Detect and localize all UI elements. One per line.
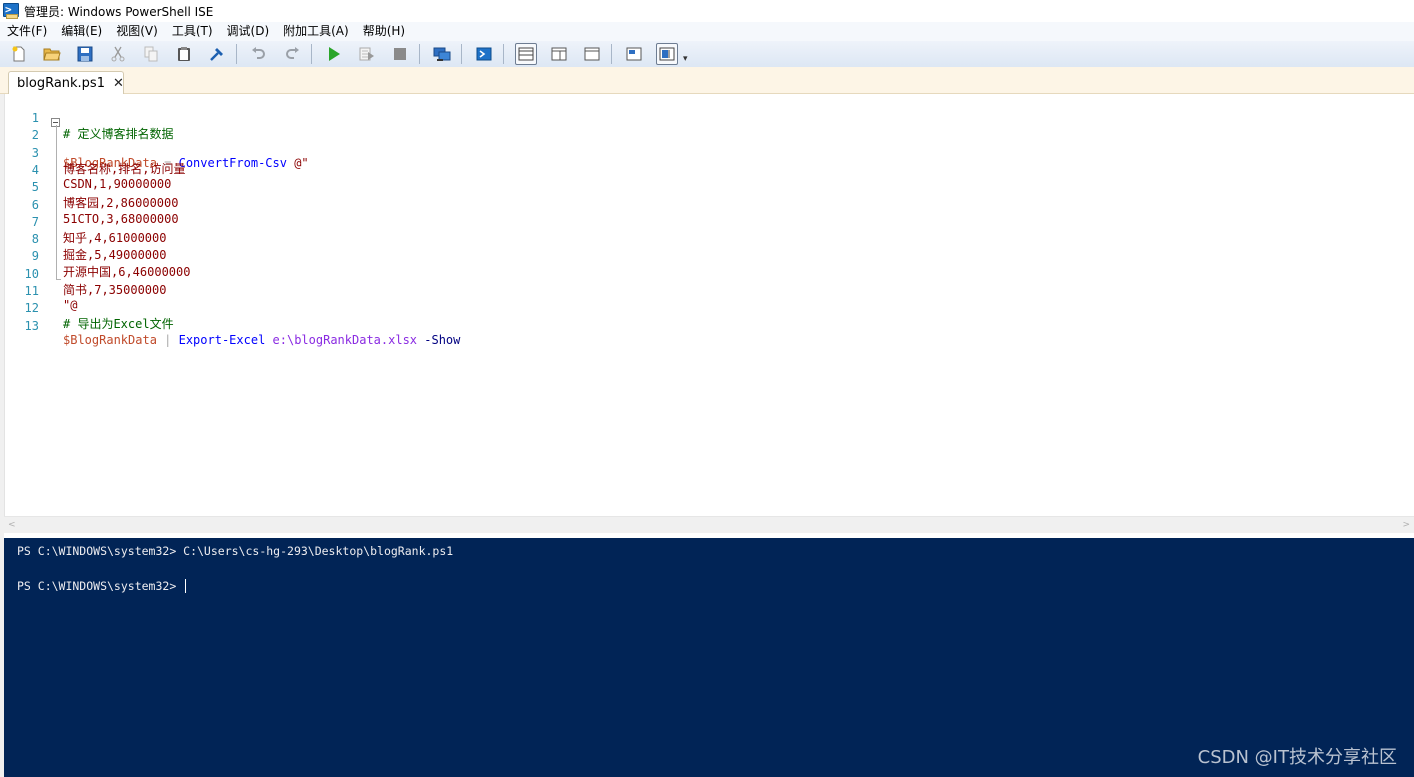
paste-icon <box>178 47 190 61</box>
code-path: e:\blogRankData.xlsx <box>265 332 418 347</box>
clear-console-button[interactable] <box>206 43 228 65</box>
code-line: 11 "@ <box>5 270 1405 312</box>
copy-button[interactable] <box>140 43 162 65</box>
script-pane-top-button[interactable] <box>515 43 537 65</box>
show-script-pane-icon <box>626 47 642 61</box>
stop-button[interactable] <box>389 43 411 65</box>
show-script-pane-button[interactable] <box>623 43 645 65</box>
redo-icon <box>286 47 299 59</box>
toolbar-separator <box>419 44 420 64</box>
menu-file[interactable]: 文件(F) <box>0 22 54 41</box>
code-command: Export-Excel <box>178 332 266 347</box>
new-file-button[interactable] <box>8 43 30 65</box>
new-file-icon <box>12 46 25 62</box>
tab-blogrank[interactable]: blogRank.ps1 ✕ <box>8 71 124 94</box>
run-script-icon <box>329 47 340 61</box>
save-icon <box>77 46 93 62</box>
toolbar-separator <box>503 44 504 64</box>
toolbar: ▾ <box>0 41 1414 67</box>
copy-icon <box>144 46 158 62</box>
new-remote-powershell-tab-button[interactable] <box>431 43 453 65</box>
menu-tools[interactable]: 工具(T) <box>165 22 220 41</box>
code-line: 4 CSDN,1,90000000 <box>5 149 1405 191</box>
code-line: 8 掘金,5,49000000 <box>5 218 1405 262</box>
code-line: 12 # 导出为Excel文件 <box>5 287 1405 331</box>
menu-bar: 文件(F) 编辑(E) 视图(V) 工具(T) 调试(D) 附加工具(A) 帮助… <box>0 22 1414 41</box>
menu-help[interactable]: 帮助(H) <box>356 22 412 41</box>
script-pane-maximized-icon <box>584 47 600 61</box>
open-folder-icon <box>43 48 61 61</box>
text-cursor <box>185 579 187 593</box>
console-output-line: PS C:\WINDOWS\system32> C:\Users\cs-hg-2… <box>17 544 454 558</box>
toolbar-separator <box>611 44 612 64</box>
stop-icon <box>394 48 406 60</box>
script-editor[interactable]: 1 # 定义博客排名数据 2 $BlogRankData = ConvertFr… <box>4 94 1414 516</box>
run-script-button[interactable] <box>323 43 345 65</box>
start-powershell-icon <box>476 47 492 61</box>
code-line: 10 简书,7,35000000 <box>5 253 1405 297</box>
console-prompt-line[interactable]: PS C:\WINDOWS\system32> <box>17 579 187 593</box>
cut-icon <box>111 46 125 62</box>
remote-powershell-icon <box>433 47 451 61</box>
code-variable: $BlogRankData <box>63 332 157 347</box>
run-selection-button[interactable] <box>356 43 378 65</box>
menu-addons[interactable]: 附加工具(A) <box>276 22 356 41</box>
undo-button[interactable] <box>248 43 270 65</box>
script-pane-right-icon <box>551 47 567 61</box>
close-tab-icon[interactable]: ✕ <box>113 77 124 90</box>
cut-button[interactable] <box>107 43 129 65</box>
window-title: 管理员: Windows PowerShell ISE <box>24 4 214 19</box>
script-pane-right-button[interactable] <box>548 43 570 65</box>
editor-horizontal-scrollbar[interactable]: < > <box>4 516 1414 533</box>
script-pane-top-icon <box>518 47 534 61</box>
watermark: CSDN @IT技术分享社区 <box>1197 747 1397 768</box>
powershell-ise-icon: >_ <box>3 3 19 19</box>
show-command-addon-icon <box>659 47 675 61</box>
code-line: 7 知乎,4,61000000 <box>5 201 1405 245</box>
start-powershell-button[interactable] <box>473 43 495 65</box>
menu-edit[interactable]: 编辑(E) <box>54 22 109 41</box>
redo-button[interactable] <box>281 43 303 65</box>
script-pane-maximized-button[interactable] <box>581 43 603 65</box>
undo-icon <box>252 47 265 59</box>
console-prompt: PS C:\WINDOWS\system32> <box>17 579 184 593</box>
run-selection-icon <box>359 47 374 61</box>
scroll-left-icon[interactable]: < <box>8 520 16 530</box>
tab-label: blogRank.ps1 <box>17 75 105 91</box>
open-button[interactable] <box>41 43 63 65</box>
code-line: 6 51CTO,3,68000000 <box>5 184 1405 226</box>
line-number: 13 <box>24 318 39 333</box>
code-operator: | <box>156 332 179 347</box>
menu-debug[interactable]: 调试(D) <box>220 22 277 41</box>
code-parameter: -Show <box>417 332 461 347</box>
code-line: 9 开源中国,6,46000000 <box>5 235 1405 279</box>
toolbar-separator <box>311 44 312 64</box>
code-line: 2 $BlogRankData = ConvertFrom-Csv @" <box>5 114 1405 170</box>
code-line: 13 $BlogRankData | Export-Excel e:\blogR… <box>5 305 1405 347</box>
code-line: 5 博客园,2,86000000 <box>5 166 1405 210</box>
code-line: 1 # 定义博客排名数据 <box>5 97 1405 141</box>
show-command-addon-button[interactable] <box>656 43 678 65</box>
save-button[interactable] <box>74 43 96 65</box>
toolbar-separator <box>236 44 237 64</box>
scroll-right-icon[interactable]: > <box>1402 520 1410 530</box>
code-line: 3 博客名称,排名,访问量 <box>5 132 1405 176</box>
paste-button[interactable] <box>173 43 195 65</box>
script-tab-strip: blogRank.ps1 ✕ <box>0 67 1414 94</box>
clear-console-icon <box>210 48 223 61</box>
menu-view[interactable]: 视图(V) <box>109 22 165 41</box>
console-pane[interactable]: PS C:\WINDOWS\system32> C:\Users\cs-hg-2… <box>4 538 1414 777</box>
toolbar-separator <box>461 44 462 64</box>
toolbar-overflow-icon[interactable]: ▾ <box>683 54 688 64</box>
title-bar: >_ 管理员: Windows PowerShell ISE <box>0 0 1414 22</box>
